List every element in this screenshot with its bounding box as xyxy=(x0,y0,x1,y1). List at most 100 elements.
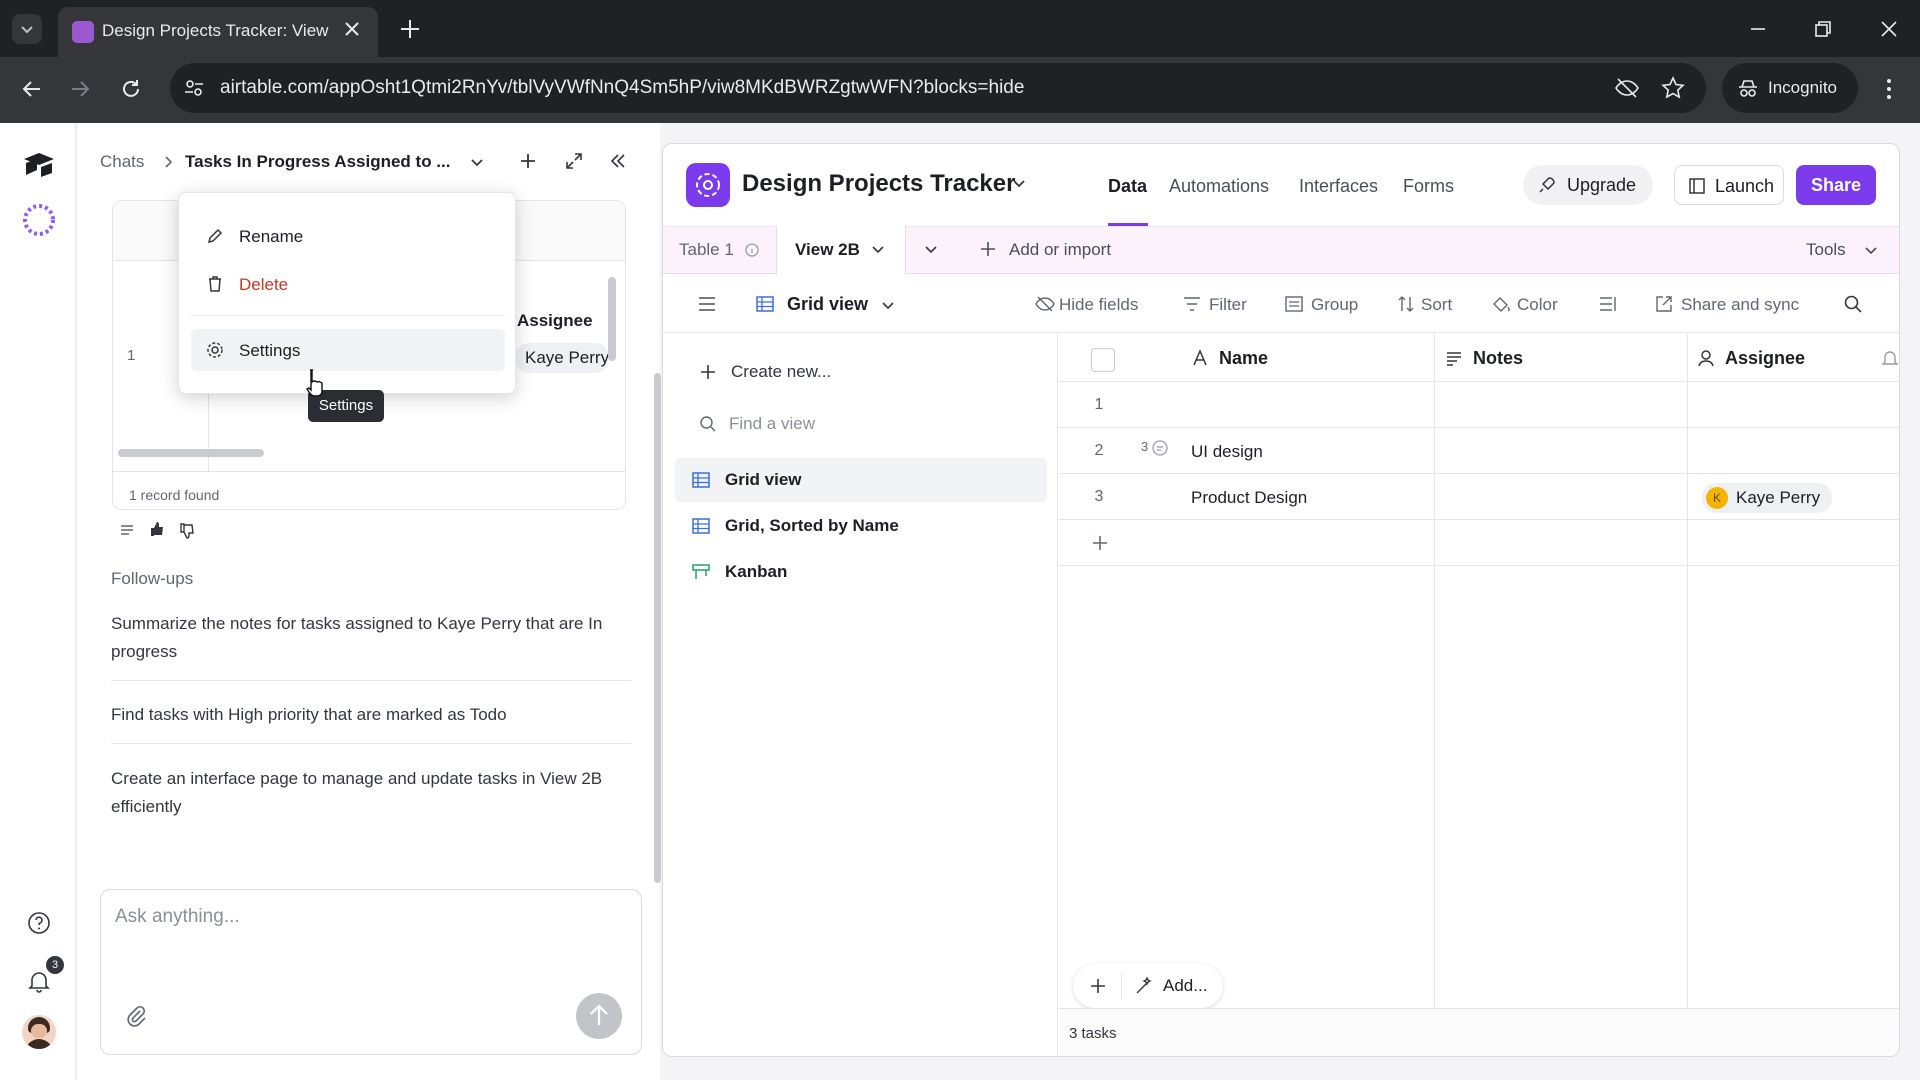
preview-column-header: Assignee xyxy=(517,311,593,330)
new-chat-plus-icon[interactable] xyxy=(518,151,538,171)
incognito-badge[interactable]: Incognito xyxy=(1722,63,1858,113)
records-found-text: 1 record found xyxy=(129,487,220,503)
arrow-up-icon xyxy=(590,1004,608,1025)
assignee-name: Kaye Perry xyxy=(1736,488,1821,507)
hamburger-menu-icon[interactable] xyxy=(697,294,717,314)
attach-paperclip-icon[interactable] xyxy=(125,1005,147,1027)
reload-icon[interactable] xyxy=(117,75,145,103)
feedback-list-icon[interactable] xyxy=(118,521,136,539)
breadcrumb-chats[interactable]: Chats xyxy=(100,152,144,172)
horizontal-scrollbar[interactable] xyxy=(118,449,264,457)
base-name-chevron-down-icon[interactable] xyxy=(1009,173,1029,193)
view-switcher[interactable]: Grid view xyxy=(787,294,868,315)
filter-button[interactable]: Filter xyxy=(1209,295,1247,315)
assignee-chip[interactable]: K Kaye Perry xyxy=(1702,483,1832,513)
view-item-grid-view[interactable]: Grid view xyxy=(675,458,1047,502)
menu-item-rename[interactable]: Rename xyxy=(191,215,505,257)
tools-chevron-down-icon[interactable] xyxy=(1863,242,1879,258)
ai-assistant-icon[interactable] xyxy=(20,201,58,239)
close-window-icon[interactable] xyxy=(1876,16,1902,42)
browser-menu-icon[interactable] xyxy=(1876,76,1902,102)
view-item-kanban[interactable]: Kanban xyxy=(675,550,1047,594)
preview-assignee-chip: Kaye Perry xyxy=(515,343,609,373)
send-button[interactable] xyxy=(576,993,622,1039)
launch-button[interactable]: Launch xyxy=(1674,165,1784,205)
chat-title-chevron-down-icon[interactable] xyxy=(468,153,486,171)
add-plus-icon xyxy=(979,240,997,258)
column-header-name[interactable]: Name xyxy=(1219,348,1268,369)
column-header-assignee[interactable]: Assignee xyxy=(1725,348,1805,369)
table-row[interactable]: 3 Product Design K Kaye Perry xyxy=(1059,475,1899,520)
nav-tab-automations[interactable]: Automations xyxy=(1169,176,1269,197)
nav-tab-interfaces[interactable]: Interfaces xyxy=(1299,176,1378,197)
hide-fields-button[interactable]: Hide fields xyxy=(1059,295,1138,315)
table-tab-view2b[interactable]: View 2B xyxy=(776,226,906,275)
add-or-import-button[interactable]: Add or import xyxy=(1009,240,1111,260)
base-name[interactable]: Design Projects Tracker xyxy=(742,170,1015,198)
search-icon[interactable] xyxy=(1843,294,1863,314)
restore-icon[interactable] xyxy=(1810,16,1836,42)
comment-bubble-icon[interactable] xyxy=(1151,439,1169,457)
chat-scrollbar[interactable] xyxy=(654,373,661,883)
incognito-label: Incognito xyxy=(1768,78,1837,97)
airtable-logo-icon[interactable] xyxy=(22,151,56,179)
tab-close-icon[interactable] xyxy=(340,17,364,41)
nav-tab-data[interactable]: Data xyxy=(1108,176,1147,197)
chat-title[interactable]: Tasks In Progress Assigned to ... xyxy=(185,152,450,172)
collapse-panel-icon[interactable] xyxy=(608,151,628,171)
select-all-checkbox[interactable] xyxy=(1091,348,1115,372)
view-chevron-down-icon[interactable] xyxy=(879,296,897,314)
table-tab-table1[interactable]: Table 1 xyxy=(679,240,734,260)
group-button[interactable]: Group xyxy=(1311,295,1358,315)
followup-item[interactable]: Find tasks with High priority that are m… xyxy=(111,701,631,729)
find-view-search-icon xyxy=(699,415,717,433)
add-with-ai-button[interactable]: Add... xyxy=(1163,976,1207,996)
new-tab-icon[interactable] xyxy=(397,16,423,42)
vertical-scrollbar[interactable] xyxy=(608,277,616,361)
back-icon[interactable] xyxy=(18,75,46,103)
followup-item[interactable]: Create an interface page to manage and u… xyxy=(111,765,631,821)
menu-item-delete[interactable]: Delete xyxy=(191,263,505,305)
nav-tab-forms[interactable]: Forms xyxy=(1403,176,1454,197)
base-logo[interactable] xyxy=(686,163,730,207)
tools-menu[interactable]: Tools xyxy=(1806,240,1846,260)
add-field-bell-icon[interactable] xyxy=(1881,349,1899,367)
thumbs-up-icon[interactable] xyxy=(148,520,166,538)
add-plus-icon[interactable] xyxy=(1089,977,1107,995)
forward-icon[interactable] xyxy=(66,75,94,103)
thumbs-down-icon[interactable] xyxy=(178,521,196,539)
table-row[interactable]: 1 xyxy=(1059,383,1899,428)
add-row[interactable] xyxy=(1059,521,1899,566)
tab-search-button[interactable] xyxy=(12,14,42,44)
followup-item[interactable]: Summarize the notes for tasks assigned t… xyxy=(111,610,631,666)
row-height-icon[interactable] xyxy=(1599,295,1617,313)
site-info-icon[interactable] xyxy=(182,76,206,100)
upgrade-button[interactable]: Upgrade xyxy=(1523,165,1653,205)
address-bar[interactable]: airtable.com/appOsht1Qtmi2RnYv/tblVyVWfN… xyxy=(170,63,1706,113)
create-new-view-button[interactable]: Create new... xyxy=(731,362,831,382)
info-icon[interactable] xyxy=(744,242,760,258)
sort-button[interactable]: Sort xyxy=(1421,295,1452,315)
menu-item-settings[interactable]: Settings xyxy=(191,329,505,371)
color-button[interactable]: Color xyxy=(1517,295,1558,315)
view-item-grid-sorted[interactable]: Grid, Sorted by Name xyxy=(675,504,1047,548)
browser-tab[interactable]: Design Projects Tracker: View 2B xyxy=(58,7,378,57)
notifications-bell-icon[interactable] xyxy=(26,968,52,994)
help-icon[interactable] xyxy=(26,910,52,936)
share-button[interactable]: Share xyxy=(1796,165,1876,205)
share-and-sync-button[interactable]: Share and sync xyxy=(1681,295,1799,315)
all-tables-chevron-down-icon[interactable] xyxy=(922,240,940,258)
expand-icon[interactable] xyxy=(564,151,584,171)
chat-input-box[interactable]: Ask anything... xyxy=(100,889,642,1055)
eye-off-icon[interactable] xyxy=(1614,75,1640,101)
cell-name[interactable]: Product Design xyxy=(1191,488,1307,508)
magic-wand-icon xyxy=(1135,977,1155,995)
sort-icon xyxy=(1397,295,1415,313)
column-header-notes[interactable]: Notes xyxy=(1473,348,1523,369)
table-row[interactable]: 2 3 UI design xyxy=(1059,429,1899,474)
minimize-icon[interactable] xyxy=(1745,16,1771,42)
user-avatar[interactable] xyxy=(22,1015,56,1049)
bookmark-star-icon[interactable] xyxy=(1660,75,1686,101)
cell-name[interactable]: UI design xyxy=(1191,442,1263,462)
find-view-input[interactable]: Find a view xyxy=(729,414,815,434)
